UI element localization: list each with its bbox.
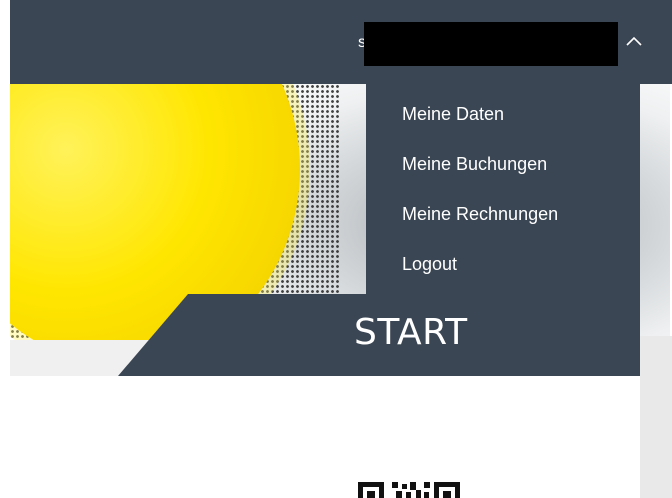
menu-item-meine-buchungen[interactable]: Meine Buchungen (402, 154, 547, 175)
user-menu-toggle[interactable]: s (350, 22, 650, 66)
qr-code-image (358, 482, 460, 498)
user-dropdown-menu: Meine Daten Meine Buchungen Meine Rechnu… (366, 84, 640, 294)
page-left-margin (0, 0, 10, 498)
chevron-up-icon[interactable] (622, 30, 646, 54)
menu-item-meine-daten[interactable]: Meine Daten (402, 104, 504, 125)
redacted-user-name (364, 22, 618, 66)
menu-item-meine-rechnungen[interactable]: Meine Rechnungen (402, 204, 558, 225)
start-label: START (354, 312, 468, 353)
right-side-panel (640, 336, 672, 498)
start-tab[interactable]: START (118, 294, 640, 376)
menu-item-logout[interactable]: Logout (402, 254, 457, 275)
top-navigation-bar: s (10, 0, 672, 84)
